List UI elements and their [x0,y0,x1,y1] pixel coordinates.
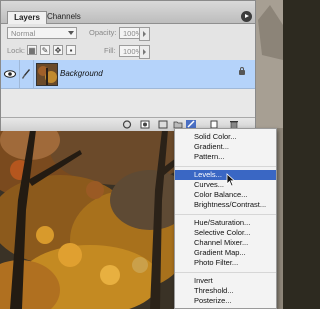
menu-item-channel-mixer[interactable]: Channel Mixer... [175,238,276,248]
fill-slider-arrow-icon[interactable] [139,45,150,59]
blend-mode-select[interactable]: Normal [7,27,77,39]
layer-name: Background [60,69,103,78]
palette-tab-bar: Layers Channels [1,1,255,24]
lock-label: Lock: [7,46,25,55]
brush-icon [22,69,30,79]
blend-row: Normal Opacity: 100% [1,24,255,43]
menu-item-solid-color[interactable]: Solid Color... [175,132,276,142]
menu-item-hue-saturation[interactable]: Hue/Saturation... [175,218,276,228]
lock-image-icon[interactable]: ✎ [40,45,50,55]
menu-item-threshold[interactable]: Threshold... [175,286,276,296]
layer-style-icon[interactable] [140,120,150,129]
palette-menu-icon[interactable] [241,11,252,22]
lock-icon [239,67,245,75]
menu-item-gradient[interactable]: Gradient... [175,142,276,152]
layers-palette: Layers Channels Normal Opacity: 100% Loc… [0,0,256,131]
fill-label: Fill: [104,46,116,55]
layer-row-background[interactable]: Background [1,60,255,89]
eye-icon [4,70,16,78]
blend-mode-value: Normal [11,29,36,38]
tab-layers[interactable]: Layers [7,11,47,24]
menu-separator [175,214,276,215]
menu-item-color-balance[interactable]: Color Balance... [175,190,276,200]
adjustment-layer-menu: Solid Color... Gradient... Pattern... Le… [174,128,277,309]
menu-item-selective-color[interactable]: Selective Color... [175,228,276,238]
opacity-label: Opacity: [89,28,117,37]
thumbnail-image [37,64,57,85]
lock-position-icon[interactable]: ✥ [53,45,63,55]
lock-all-icon[interactable]: ▪ [66,45,76,55]
link-toggle[interactable] [19,60,34,88]
menu-item-brightness-contrast[interactable]: Brightness/Contrast... [175,200,276,210]
menu-item-photo-filter[interactable]: Photo Filter... [175,258,276,268]
layer-thumbnail[interactable] [36,63,58,86]
visibility-toggle[interactable] [1,60,20,88]
menu-separator [175,166,276,167]
mouse-pointer-icon [226,173,236,187]
chevron-down-icon [68,31,74,35]
opacity-field[interactable]: 100% [119,27,150,41]
fill-field[interactable]: 100% [119,45,150,59]
menu-item-posterize[interactable]: Posterize... [175,296,276,306]
lock-transparency-icon[interactable]: ▦ [27,45,37,55]
layer-mask-icon[interactable] [158,120,168,129]
menu-separator [175,272,276,273]
menu-item-pattern[interactable]: Pattern... [175,152,276,162]
lock-row: Lock: ▦ ✎ ✥ ▪ Fill: 100% [1,42,255,61]
tab-channels[interactable]: Channels [43,11,85,23]
link-layers-icon[interactable] [122,120,132,129]
opacity-slider-arrow-icon[interactable] [139,27,150,41]
menu-item-invert[interactable]: Invert [175,276,276,286]
canvas-area[interactable]: Layers Channels Normal Opacity: 100% Loc… [0,0,283,309]
menu-item-gradient-map[interactable]: Gradient Map... [175,248,276,258]
